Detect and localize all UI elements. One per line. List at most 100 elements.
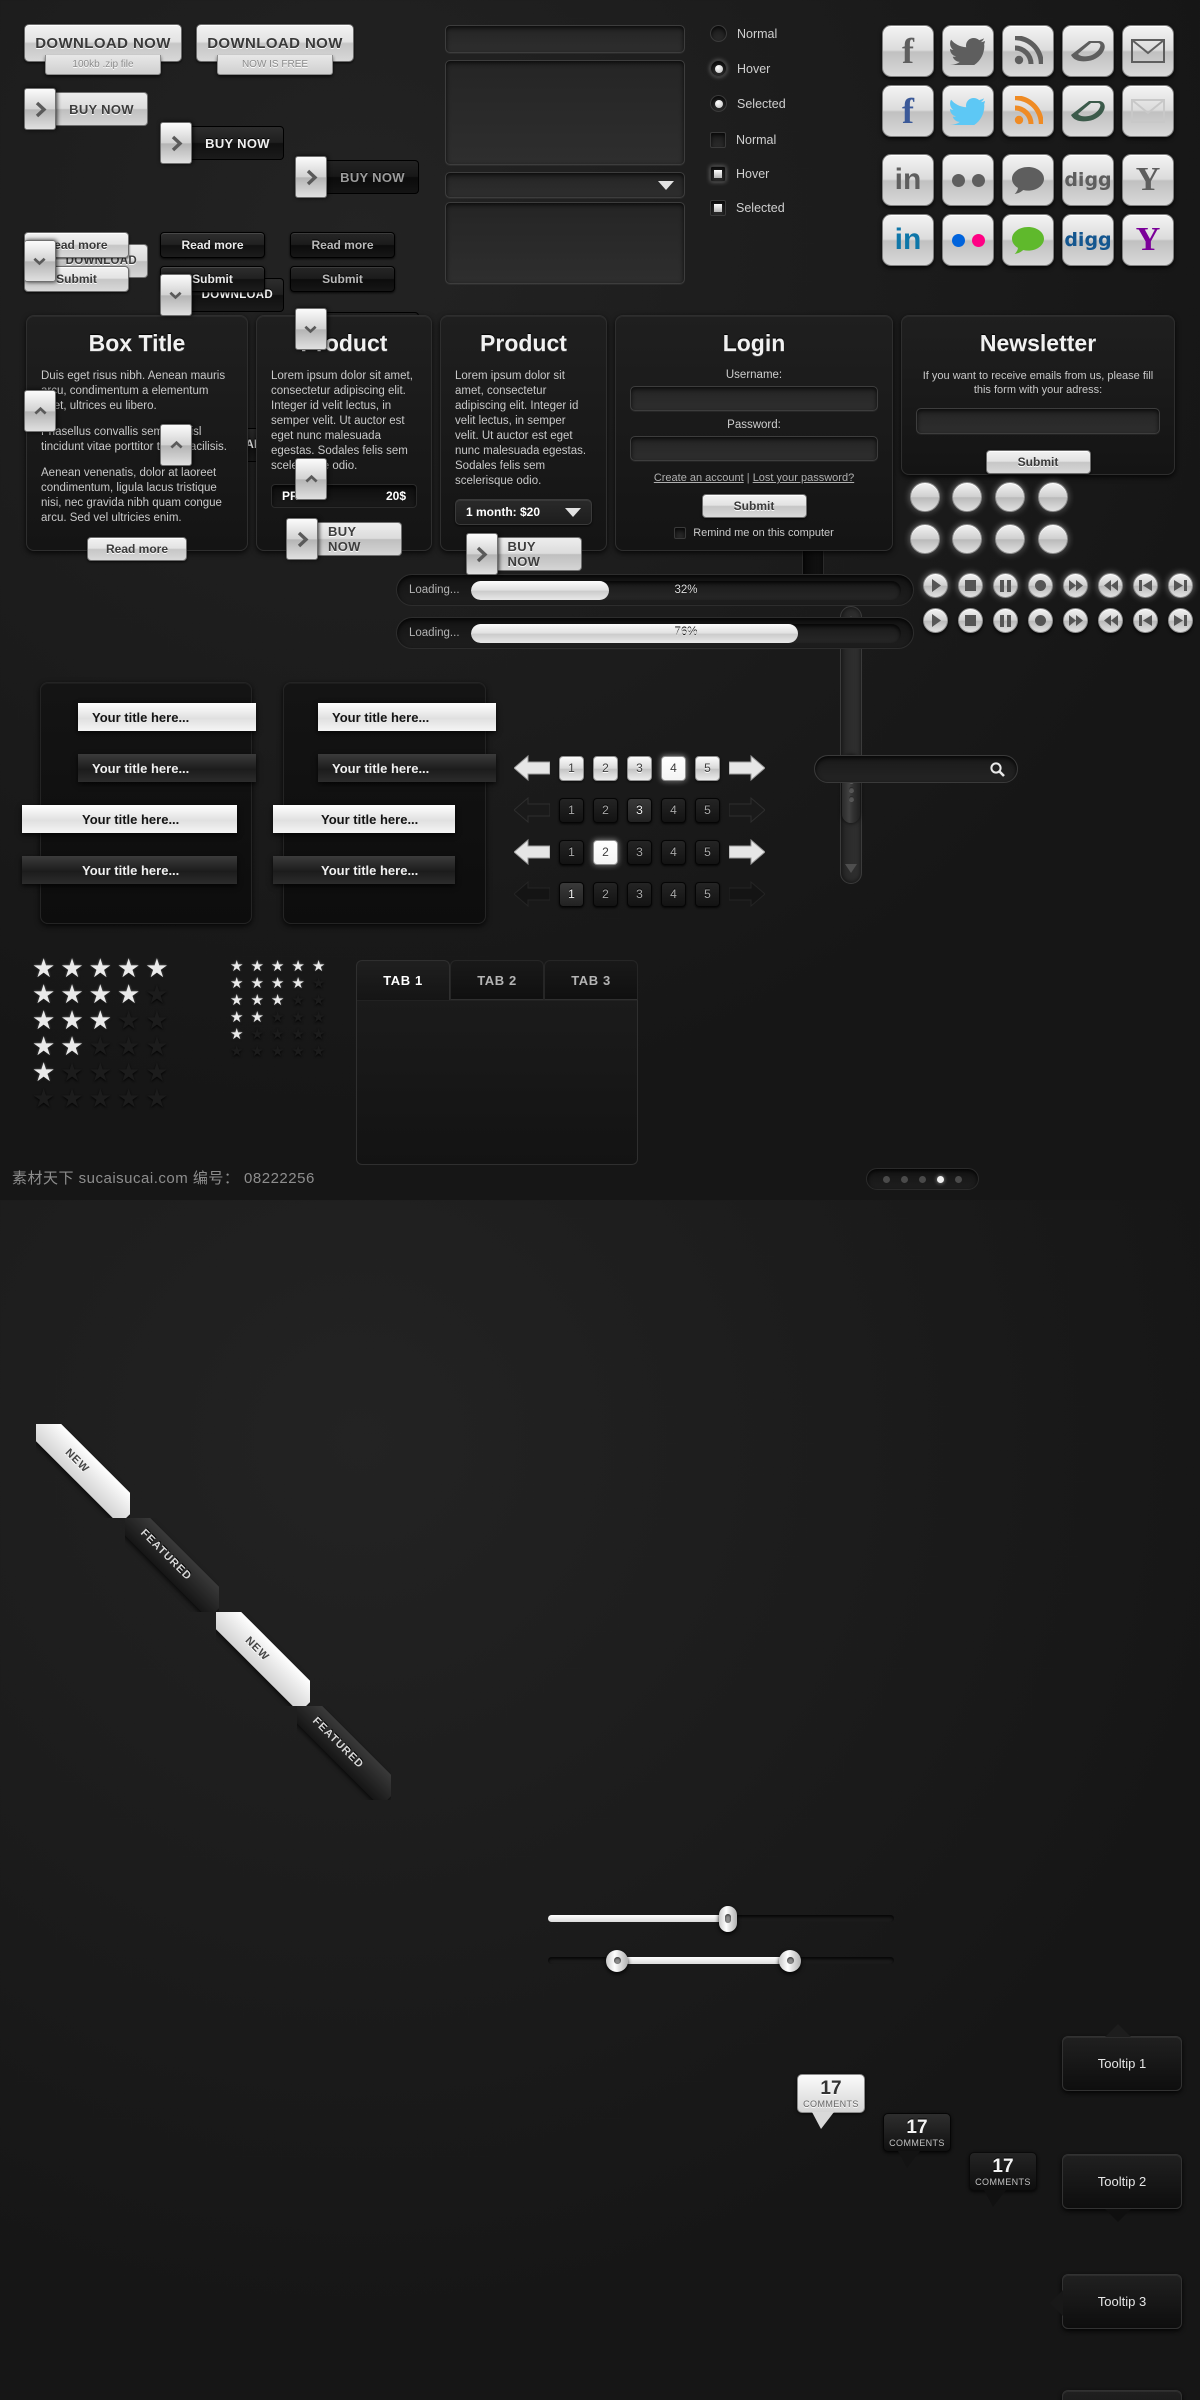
search-icon[interactable]	[990, 761, 1005, 777]
username-input[interactable]	[630, 386, 878, 411]
yahoo-icon[interactable]: Y	[1122, 154, 1174, 206]
comment-bubble-light[interactable]: 17 COMMENTS	[797, 2074, 865, 2129]
nav-up-button-glow-2[interactable]	[952, 482, 982, 512]
pagination-next-arrow[interactable]	[729, 796, 765, 824]
title-ribbon-2[interactable]: Your title here...	[78, 754, 256, 782]
radio-selected[interactable]: Selected	[710, 95, 786, 112]
pagination-page-5[interactable]: 5	[695, 755, 720, 781]
pagination-page-5[interactable]: 5	[695, 839, 720, 865]
create-account-link[interactable]: Create an account	[654, 472, 744, 484]
comment-bubble-dark2[interactable]: 17 COMMENTS	[969, 2152, 1037, 2207]
pagination-next-arrow[interactable]	[729, 754, 765, 782]
deviantart-icon[interactable]	[1062, 25, 1114, 77]
login-submit-button[interactable]: Submit	[701, 494, 807, 518]
nav-left-button[interactable]	[910, 524, 940, 554]
twitter-icon[interactable]	[942, 85, 994, 137]
pagination-prev-arrow[interactable]	[514, 754, 550, 782]
pagination-next-arrow[interactable]	[729, 880, 765, 908]
tab-1[interactable]: TAB 1	[356, 960, 450, 1000]
skip-back-button[interactable]	[1133, 608, 1158, 633]
flickr-icon[interactable]	[942, 154, 994, 206]
email-icon[interactable]	[1122, 25, 1174, 77]
pagination-page-3[interactable]: 3	[627, 755, 652, 781]
facebook-icon[interactable]: f	[882, 85, 934, 137]
nav-down-button[interactable]	[995, 482, 1025, 512]
nav-up-button-glow[interactable]	[910, 482, 940, 512]
buy-now-button-dark[interactable]: BUY NOW	[160, 122, 284, 164]
pagination-page-3[interactable]: 3	[627, 797, 652, 823]
chat-icon[interactable]	[1002, 154, 1054, 206]
stop-button[interactable]	[958, 608, 983, 633]
carousel-dot[interactable]	[883, 1175, 890, 1183]
search-box[interactable]	[814, 755, 1018, 783]
comment-bubble-dark[interactable]: 17 COMMENTS	[883, 2113, 951, 2168]
skip-back-button[interactable]	[1133, 573, 1158, 598]
carousel-dot[interactable]	[901, 1175, 908, 1183]
tab-3[interactable]: TAB 3	[544, 960, 638, 1000]
pagination-page-2[interactable]: 2	[593, 755, 618, 781]
carousel-dot[interactable]	[955, 1175, 962, 1183]
select-field[interactable]	[445, 172, 685, 198]
record-button[interactable]	[1028, 608, 1053, 633]
read-more-button-dark[interactable]: Read more	[160, 232, 265, 258]
nav-left-button-2[interactable]	[952, 524, 982, 554]
newsletter-submit-button[interactable]: Submit	[985, 450, 1091, 474]
tooltip-1[interactable]: Tooltip 1	[1062, 2024, 1182, 2091]
pagination-prev-arrow[interactable]	[514, 838, 550, 866]
linkedin-icon[interactable]: in	[882, 154, 934, 206]
digg-icon[interactable]: digg	[1062, 214, 1114, 266]
radio-normal[interactable]: Normal	[710, 25, 786, 42]
radio-hover[interactable]: Hover	[710, 60, 786, 77]
checkbox-normal[interactable]: Normal	[710, 132, 786, 148]
slider-handle[interactable]	[718, 1905, 737, 1932]
pagination-page-5[interactable]: 5	[695, 797, 720, 823]
progress-track[interactable]: 76%	[471, 623, 901, 643]
checkbox-hover[interactable]: Hover	[710, 166, 786, 182]
pause-button[interactable]	[993, 608, 1018, 633]
skip-forward-button[interactable]	[1168, 573, 1193, 598]
pagination-page-2[interactable]: 2	[593, 881, 618, 907]
title-ribbon-6[interactable]: Your title here...	[318, 754, 496, 782]
product-b-plan-select[interactable]: 1 month: $20	[455, 499, 592, 525]
fast-forward-button[interactable]	[1063, 608, 1088, 633]
title-ribbon-8[interactable]: Your title here...	[273, 856, 455, 884]
slider-handle-max[interactable]	[779, 1949, 802, 1972]
read-more-button-dark2[interactable]: Read more	[290, 232, 395, 258]
slider-range[interactable]	[548, 1949, 894, 1972]
title-ribbon-7[interactable]: Your title here...	[273, 805, 455, 833]
password-input[interactable]	[630, 436, 878, 461]
title-ribbon-5[interactable]: Your title here...	[318, 703, 496, 731]
pagination-page-2[interactable]: 2	[593, 839, 618, 865]
scroll-down-arrow-icon[interactable]	[845, 860, 857, 878]
pagination-page-1[interactable]: 1	[559, 881, 584, 907]
pagination-page-3[interactable]: 3	[627, 839, 652, 865]
buy-now-button-dark2[interactable]: BUY NOW	[295, 156, 419, 198]
pagination-page-3[interactable]: 3	[627, 881, 652, 907]
play-button[interactable]	[923, 608, 948, 633]
record-button[interactable]	[1028, 573, 1053, 598]
pagination-page-1[interactable]: 1	[559, 839, 584, 865]
nav-right-button[interactable]	[995, 524, 1025, 554]
fast-forward-button[interactable]	[1063, 573, 1088, 598]
title-ribbon-1[interactable]: Your title here...	[78, 703, 256, 731]
stop-button[interactable]	[958, 573, 983, 598]
deviantart-icon[interactable]	[1062, 85, 1114, 137]
nav-down-button-2[interactable]	[1038, 482, 1068, 512]
remember-me-row[interactable]: Remind me on this computer	[630, 527, 878, 539]
yahoo-icon[interactable]: Y	[1122, 214, 1174, 266]
tab-2[interactable]: TAB 2	[450, 960, 544, 1000]
submit-button-dark2[interactable]: Submit	[290, 266, 395, 292]
pagination-page-4[interactable]: 4	[661, 881, 686, 907]
pagination-page-4[interactable]: 4	[661, 839, 686, 865]
chat-icon[interactable]	[1002, 214, 1054, 266]
email-icon[interactable]	[1122, 85, 1174, 137]
slider-single[interactable]	[548, 1905, 894, 1932]
pagination-prev-arrow[interactable]	[514, 880, 550, 908]
title-ribbon-3[interactable]: Your title here...	[22, 805, 237, 833]
carousel-dot-active[interactable]	[937, 1175, 944, 1183]
pagination-page-1[interactable]: 1	[559, 797, 584, 823]
checkbox-icon[interactable]	[674, 527, 687, 539]
download-now-block-2[interactable]: DOWNLOAD NOW NOW IS FREE	[196, 24, 354, 75]
flickr-icon[interactable]	[942, 214, 994, 266]
digg-icon[interactable]: digg	[1062, 154, 1114, 206]
